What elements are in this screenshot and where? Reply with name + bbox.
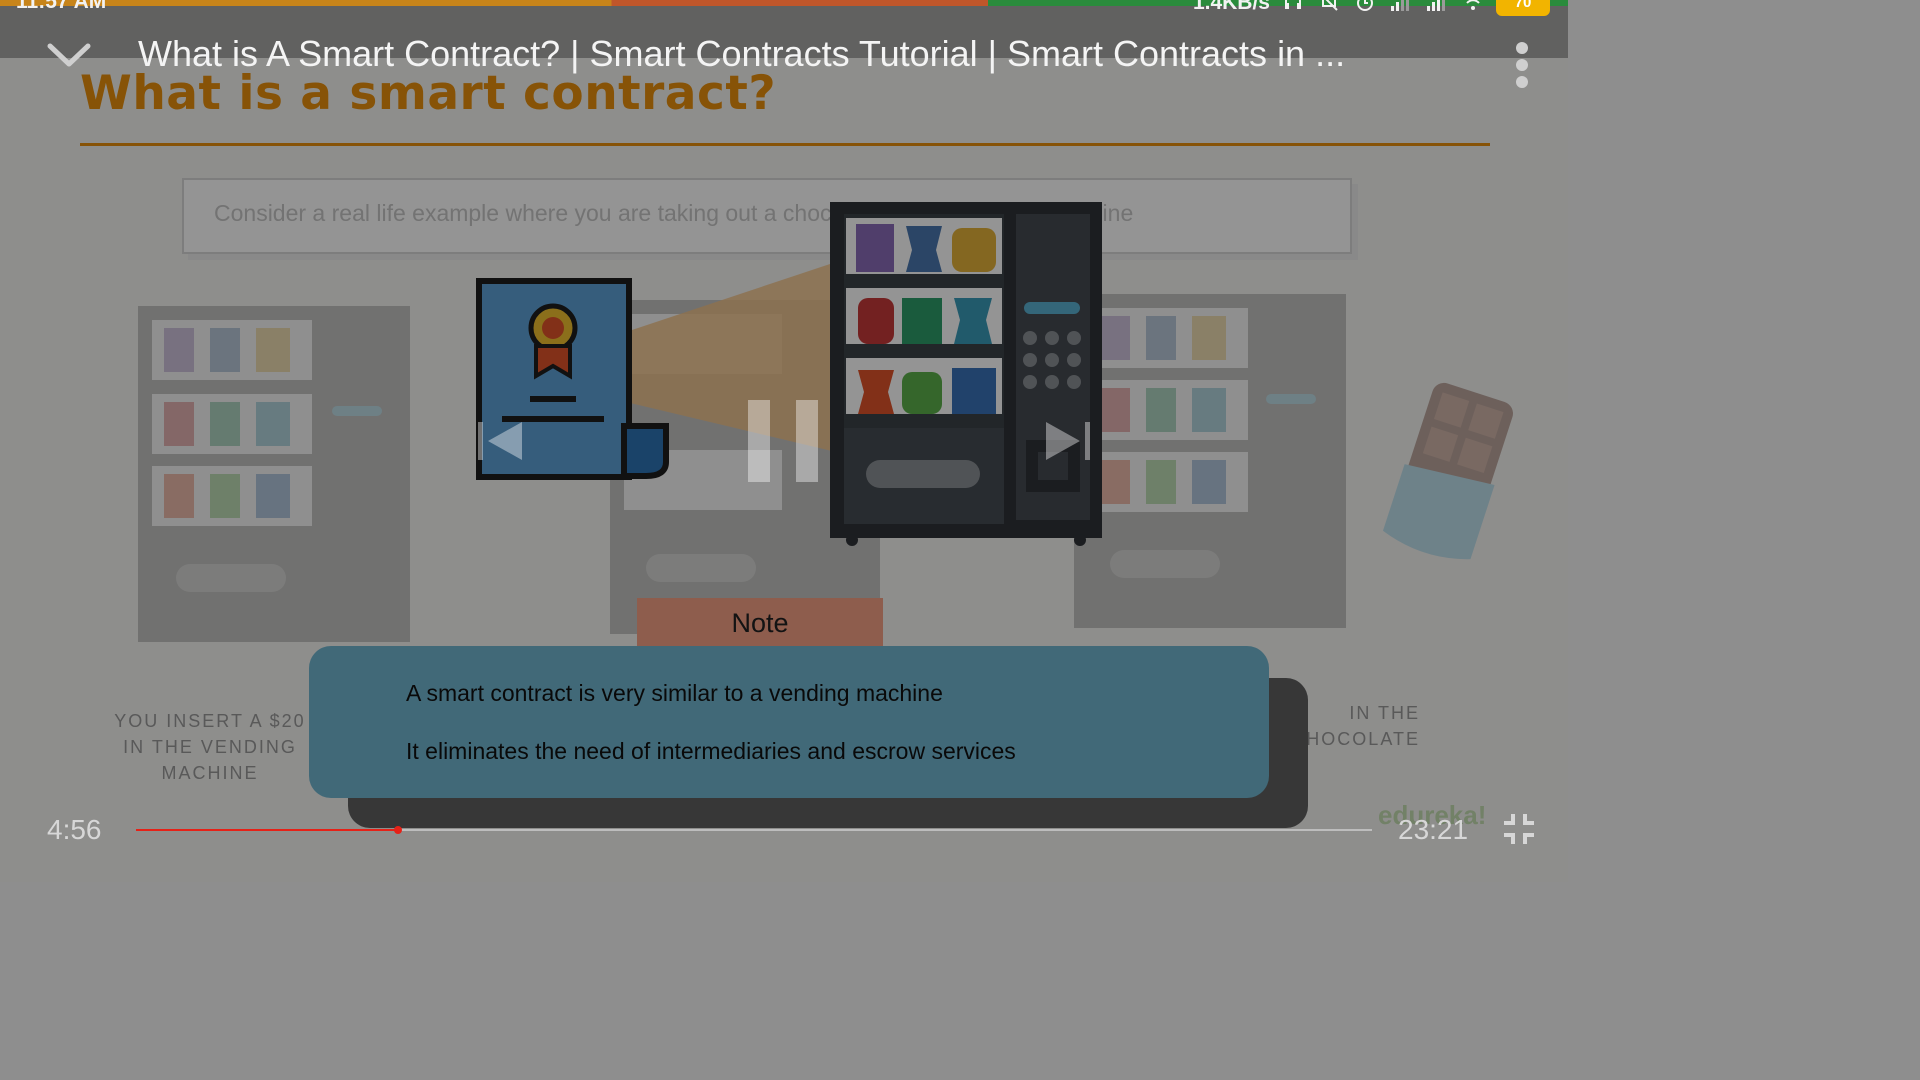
chevron-down-icon (47, 43, 91, 67)
more-vert-icon-dot (1516, 59, 1528, 71)
battery-icon: 70 (1496, 0, 1550, 16)
more-vert-icon-dot (1516, 76, 1528, 88)
minimize-player-button[interactable] (44, 36, 94, 76)
play-pause-button[interactable] (748, 400, 820, 482)
exit-fullscreen-button[interactable] (1500, 810, 1538, 848)
mute-icon (1316, 0, 1342, 14)
skip-next-icon (1046, 422, 1090, 460)
status-icons: 1.4KB/s 70 (1193, 0, 1550, 16)
signal-icon (1388, 0, 1414, 14)
wifi-icon (1460, 0, 1486, 14)
seek-bar[interactable] (136, 826, 1372, 834)
pause-icon (748, 400, 770, 482)
status-time: 11:57 AM (16, 0, 107, 13)
skip-previous-icon (478, 422, 522, 460)
video-title[interactable]: What is A Smart Contract? | Smart Contra… (138, 33, 1458, 75)
total-duration: 23:21 (1398, 814, 1469, 845)
pause-icon-bar (796, 400, 818, 482)
seek-bar-thumb[interactable] (393, 826, 402, 834)
fullscreen-exit-icon (1504, 814, 1534, 844)
current-time: 4:56 (47, 814, 102, 845)
seek-bar-progress (136, 829, 398, 831)
signal-icon (1424, 0, 1450, 14)
next-video-button[interactable] (1042, 414, 1094, 468)
headset-icon (1280, 0, 1306, 14)
previous-video-button[interactable] (474, 414, 526, 468)
network-speed: 1.4KB/s (1192, 0, 1270, 14)
more-options-button[interactable] (1510, 42, 1534, 88)
more-vert-icon (1516, 42, 1528, 54)
alarm-icon (1352, 0, 1378, 14)
